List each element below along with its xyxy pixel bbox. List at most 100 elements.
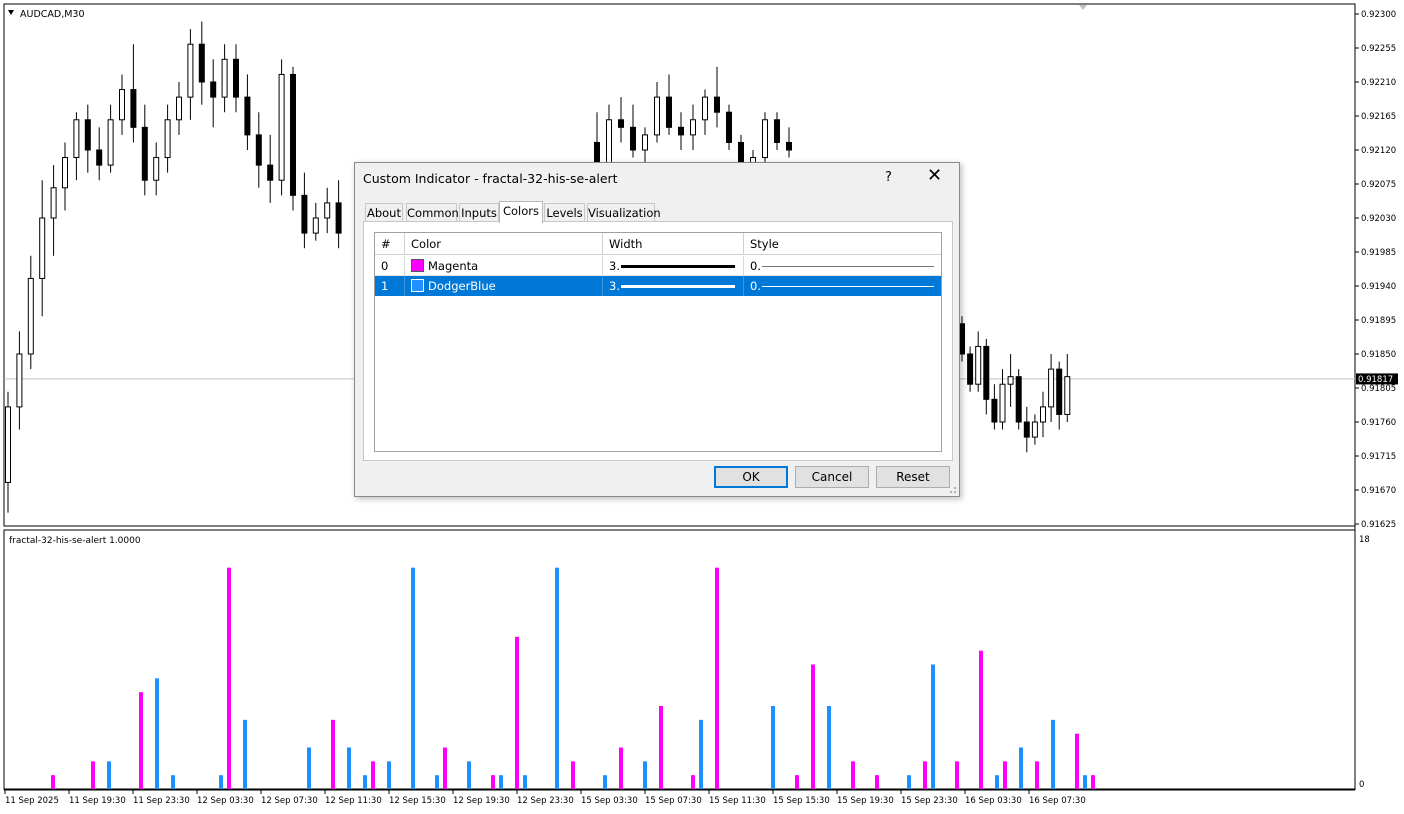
width-line-preview [621,265,735,268]
histogram-bar [411,567,415,789]
reset-button[interactable]: Reset [876,466,950,488]
candle-body [690,119,696,136]
candle-body [198,43,205,83]
candle-body [50,187,57,219]
histogram-bar [811,664,815,789]
candle-body [267,164,274,181]
histogram-bar [875,775,879,789]
indicator-max-label: 18 [1359,535,1370,545]
candle-body [27,277,34,355]
candle-body [959,323,965,355]
histogram-bar [227,567,231,789]
candle-body [96,149,103,166]
custom-indicator-dialog[interactable]: Custom Indicator - fractal-32-his-se-ale… [354,162,960,497]
histogram-bar [307,747,311,789]
histogram-bar [659,706,663,789]
candle-body [153,157,160,181]
row-index: 1 [375,276,405,296]
price-tick-label: 0.92030 [1361,214,1396,224]
style-value: 0. [750,279,761,293]
style-cell[interactable]: 0. [744,256,941,276]
candle-body [255,134,262,166]
width-cell[interactable]: 3. [603,276,744,296]
histogram-bar [139,692,143,789]
price-tick-label: 0.91805 [1361,384,1396,394]
table-row[interactable]: 0 Magenta 3. 0. [375,256,941,276]
candle-body [141,126,148,181]
color-cell[interactable]: DodgerBlue [405,276,603,296]
candle-body [62,157,68,189]
candle-body [39,217,46,279]
histogram-bar [923,761,927,789]
candle-body [1023,421,1030,438]
histogram-bar [363,775,367,789]
time-tick-label: 15 Sep 23:30 [901,796,958,806]
histogram-bar [491,775,495,789]
histogram-bar [955,761,959,789]
width-value: 3. [609,259,620,273]
width-cell[interactable]: 3. [603,256,744,276]
candle-body [16,353,23,408]
time-tick-label: 12 Sep 07:30 [261,796,318,806]
histogram-bar [1003,761,1007,789]
style-line-preview [762,266,934,267]
histogram-bar [931,664,935,789]
style-cell[interactable]: 0. [744,276,941,296]
tab-visualization[interactable]: Visualization [587,203,661,222]
color-swatch [411,259,424,272]
candle-body [654,96,660,136]
histogram-bar [219,775,223,789]
tab-about[interactable]: About [365,203,403,222]
candle-body [312,217,319,234]
histogram-bar [907,775,911,789]
tab-inputs[interactable]: Inputs [459,203,499,222]
candle-body [1056,368,1063,415]
symbol-label: AUDCAD,M30 [20,9,85,20]
histogram-bar [171,775,175,789]
time-tick-label: 15 Sep 07:30 [645,796,702,806]
column-header-style[interactable]: Style [744,233,941,255]
candle-body [991,398,998,423]
histogram-bar [555,567,559,789]
tab-common[interactable]: Common [406,203,459,222]
table-row-selected[interactable]: 1 DodgerBlue 3. 0. [375,276,941,296]
histogram-bar [435,775,439,789]
histogram-bar [155,678,159,789]
histogram-bar [691,775,695,789]
colors-table[interactable]: # Color Width Style 0 Magenta 3. 0. 1 Do… [374,232,942,452]
price-tick-label: 0.92255 [1361,44,1396,54]
histogram-bar [1091,775,1095,789]
histogram-bar [91,761,95,789]
histogram-bar [51,775,55,789]
candle-body [1015,376,1022,423]
histogram-bar [371,761,375,789]
candle-body [290,73,296,196]
tab-levels[interactable]: Levels [544,203,585,222]
help-icon[interactable]: ? [885,170,892,185]
indicator-label: fractal-32-his-se-alert 1.0000 [9,536,141,546]
tab-colors[interactable]: Colors [499,201,543,223]
column-header-color[interactable]: Color [405,233,603,255]
column-header-index[interactable]: # [375,233,405,255]
ok-button[interactable]: OK [714,466,788,488]
candle-body [967,353,974,385]
candle-body [221,58,228,98]
cancel-button[interactable]: Cancel [795,466,869,488]
price-tick-label: 0.91715 [1361,452,1396,462]
histogram-bar [387,761,391,789]
candle-body [119,89,125,121]
candle-body [233,58,239,98]
candle-body [726,111,732,143]
price-tick-label: 0.91670 [1361,486,1396,496]
color-name: Magenta [428,259,479,273]
color-name: DodgerBlue [428,279,496,293]
time-tick-label: 12 Sep 23:30 [517,796,574,806]
time-tick-label: 11 Sep 23:30 [133,796,190,806]
close-icon[interactable]: ✕ [927,167,942,185]
candle-body [975,345,982,385]
column-header-width[interactable]: Width [603,233,744,255]
candle-body [73,119,80,159]
histogram-bar [331,719,335,789]
resize-grip-icon[interactable] [947,484,957,494]
color-cell[interactable]: Magenta [405,256,603,276]
